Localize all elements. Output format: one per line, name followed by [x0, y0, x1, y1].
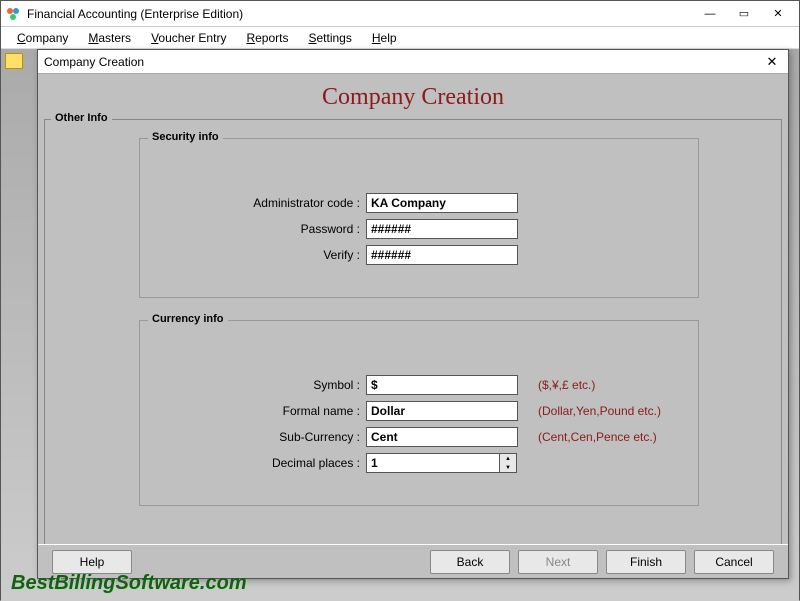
- formal-name-label: Formal name :: [140, 404, 366, 418]
- menu-company[interactable]: Company: [9, 29, 76, 47]
- watermark: BestBillingSoftware.com: [11, 572, 247, 595]
- spinner-up-icon[interactable]: ▲: [500, 454, 516, 463]
- main-titlebar: Financial Accounting (Enterprise Edition…: [1, 1, 799, 27]
- menubar: Company Masters Voucher Entry Reports Se…: [1, 27, 799, 49]
- symbol-label: Symbol :: [140, 378, 366, 392]
- decimal-places-spinner: ▲ ▼: [366, 453, 517, 473]
- sub-currency-label: Sub-Currency :: [140, 430, 366, 444]
- spinner-down-icon[interactable]: ▼: [500, 463, 516, 472]
- formal-hint: (Dollar,Yen,Pound etc.): [538, 404, 661, 418]
- app-title: Financial Accounting (Enterprise Edition…: [27, 7, 693, 21]
- sub-currency-input[interactable]: [366, 427, 518, 447]
- content-area: Company Creation ✕ Company Creation Othe…: [1, 49, 799, 601]
- menu-reports[interactable]: Reports: [238, 29, 296, 47]
- decimal-places-input[interactable]: [366, 453, 500, 473]
- toolbar: [1, 49, 37, 73]
- security-info-fieldset: Security info Administrator code : Passw…: [139, 138, 699, 298]
- verify-input[interactable]: [366, 245, 518, 265]
- app-icon: [5, 6, 21, 22]
- finish-button[interactable]: Finish: [606, 550, 686, 574]
- other-info-label: Other Info: [51, 112, 112, 124]
- admin-code-label: Administrator code :: [140, 196, 366, 210]
- other-info-group: Other Info Security info Administrator c…: [44, 119, 782, 551]
- window-controls: — ▭ ✕: [693, 2, 795, 26]
- decimal-places-label: Decimal places :: [140, 456, 366, 470]
- password-label: Password :: [140, 222, 366, 236]
- help-button[interactable]: Help: [52, 550, 132, 574]
- security-legend: Security info: [148, 131, 223, 143]
- currency-legend: Currency info: [148, 313, 228, 325]
- symbol-input[interactable]: [366, 375, 518, 395]
- dialog-close-button[interactable]: ✕: [762, 54, 782, 70]
- dialog-titlebar: Company Creation ✕: [38, 50, 788, 74]
- close-button[interactable]: ✕: [761, 2, 795, 26]
- password-input[interactable]: [366, 219, 518, 239]
- formal-name-input[interactable]: [366, 401, 518, 421]
- sub-hint: (Cent,Cen,Pence etc.): [538, 430, 657, 444]
- minimize-button[interactable]: —: [693, 2, 727, 26]
- back-button[interactable]: Back: [430, 550, 510, 574]
- menu-voucher[interactable]: Voucher Entry: [143, 29, 234, 47]
- main-window: Financial Accounting (Enterprise Edition…: [0, 0, 800, 600]
- currency-info-fieldset: Currency info Symbol : ($,¥,£ etc.) Form…: [139, 320, 699, 506]
- dialog-title: Company Creation: [44, 55, 762, 69]
- symbol-hint: ($,¥,£ etc.): [538, 378, 595, 392]
- next-button: Next: [518, 550, 598, 574]
- company-creation-dialog: Company Creation ✕ Company Creation Othe…: [37, 49, 789, 579]
- folder-icon[interactable]: [5, 53, 23, 69]
- menu-masters[interactable]: Masters: [80, 29, 139, 47]
- dialog-heading: Company Creation: [38, 74, 788, 119]
- maximize-button[interactable]: ▭: [727, 2, 761, 26]
- verify-label: Verify :: [140, 248, 366, 262]
- menu-help[interactable]: Help: [364, 29, 405, 47]
- admin-code-input[interactable]: [366, 193, 518, 213]
- menu-settings[interactable]: Settings: [300, 29, 359, 47]
- cancel-button[interactable]: Cancel: [694, 550, 774, 574]
